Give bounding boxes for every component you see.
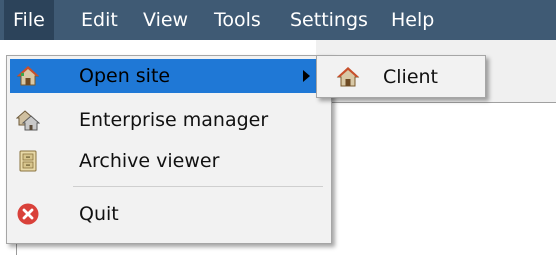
menu-item-quit[interactable]: Quit xyxy=(10,197,328,231)
submenu-arrow-icon xyxy=(303,70,310,82)
menu-bar: File Edit View Tools Settings Help xyxy=(0,0,556,40)
menu-item-open-site[interactable]: Open site xyxy=(10,59,328,93)
submenu-item-client[interactable]: Client xyxy=(319,59,483,94)
menu-item-label: Enterprise manager xyxy=(79,109,269,131)
toolbar-divider xyxy=(316,102,556,103)
menu-file[interactable]: File xyxy=(4,0,54,40)
menu-view[interactable]: View xyxy=(134,0,197,40)
menu-item-label: Open site xyxy=(79,65,171,87)
quit-icon xyxy=(17,203,39,225)
archive-cabinet-icon xyxy=(19,150,37,172)
menu-edit[interactable]: Edit xyxy=(72,0,127,40)
menu-tools[interactable]: Tools xyxy=(205,0,270,40)
menu-item-archive-viewer[interactable]: Archive viewer xyxy=(10,144,328,178)
menu-item-label: Quit xyxy=(79,203,119,225)
submenu-item-label: Client xyxy=(383,65,439,88)
menu-separator xyxy=(73,186,323,187)
house-icon xyxy=(16,66,40,86)
menu-settings[interactable]: Settings xyxy=(281,0,377,40)
open-site-submenu: Client xyxy=(316,55,486,98)
menu-help[interactable]: Help xyxy=(382,0,443,40)
enterprise-house-icon xyxy=(16,110,40,131)
menu-item-label: Archive viewer xyxy=(79,150,220,172)
menu-item-enterprise-manager[interactable]: Enterprise manager xyxy=(10,103,328,137)
file-menu-dropdown: Open site Enterprise manager Archive vie… xyxy=(6,55,332,244)
house-icon xyxy=(336,67,360,87)
